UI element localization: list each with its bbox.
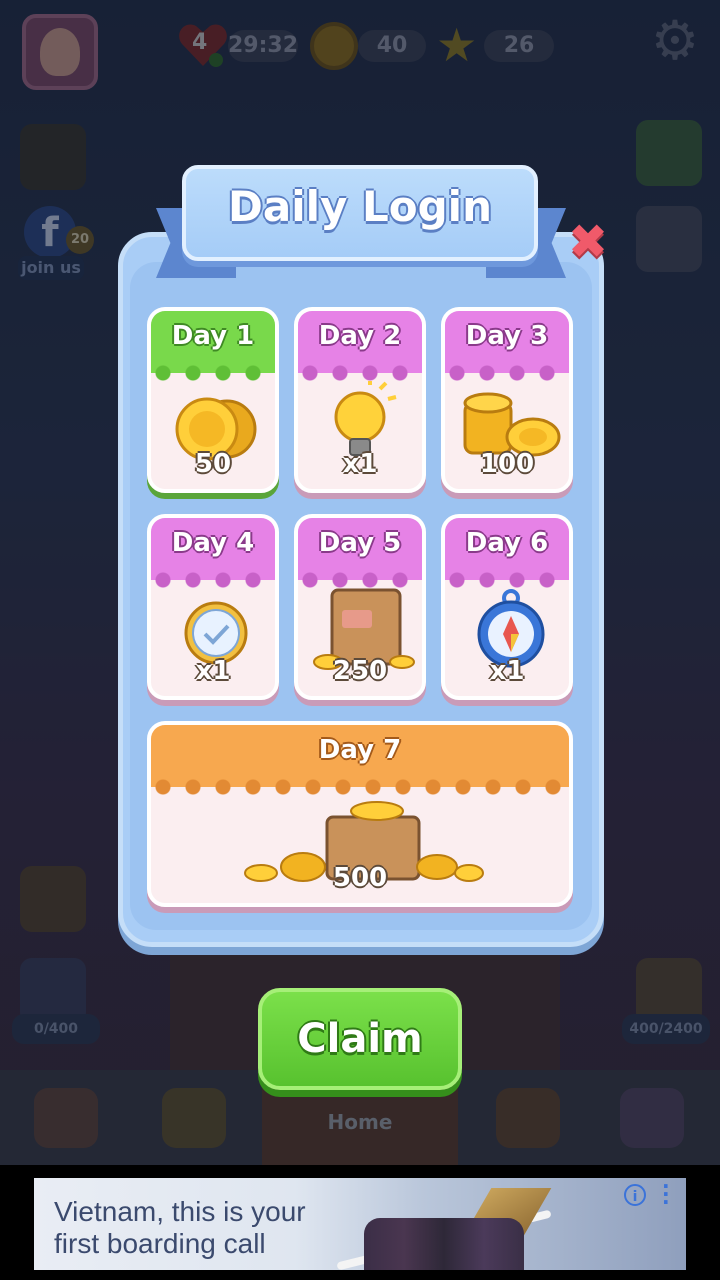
day-card-7[interactable]: Day 7 500 [147,721,573,907]
reward-amount: x1 [195,656,231,686]
ad-crew-image [364,1218,524,1270]
ad-line-1: Vietnam, this is your [54,1196,306,1227]
ad-banner[interactable]: Vietnam, this is your first boarding cal… [34,1178,686,1270]
reward-amount: x1 [489,656,525,686]
day-card-6[interactable]: Day 6 x1 [441,514,573,700]
claim-label[interactable]: Claim [258,1016,462,1062]
reward-amount: 250 [332,656,388,686]
day-card-4[interactable]: Day 4 x1 [147,514,279,700]
day-label: Day 6 [465,528,549,558]
ad-menu-icon[interactable]: · · · [662,1178,670,1212]
day-card-5[interactable]: Day 5 250 [294,514,426,700]
day-label: Day 3 [465,321,549,351]
dialog-title: Daily Login [228,182,492,231]
day-label: Day 1 [171,321,255,351]
day-card-1[interactable]: Day 1 50 [147,307,279,493]
day-label: Day 4 [171,528,255,558]
reward-amount: 500 [332,863,388,893]
day-label: Day 2 [318,321,402,351]
reward-amount: 100 [479,449,535,479]
reward-amount: x1 [342,449,378,479]
ad-info-icon[interactable]: i [624,1184,646,1206]
day-label: Day 5 [318,528,402,558]
day-label: Day 7 [318,735,402,765]
day-card-3[interactable]: Day 3 100 [441,307,573,493]
reward-amount: 50 [194,449,232,479]
day-card-2[interactable]: Day 2 x1 [294,307,426,493]
close-icon[interactable]: ✖ [566,218,610,266]
ad-line-2: first boarding call [54,1228,266,1259]
